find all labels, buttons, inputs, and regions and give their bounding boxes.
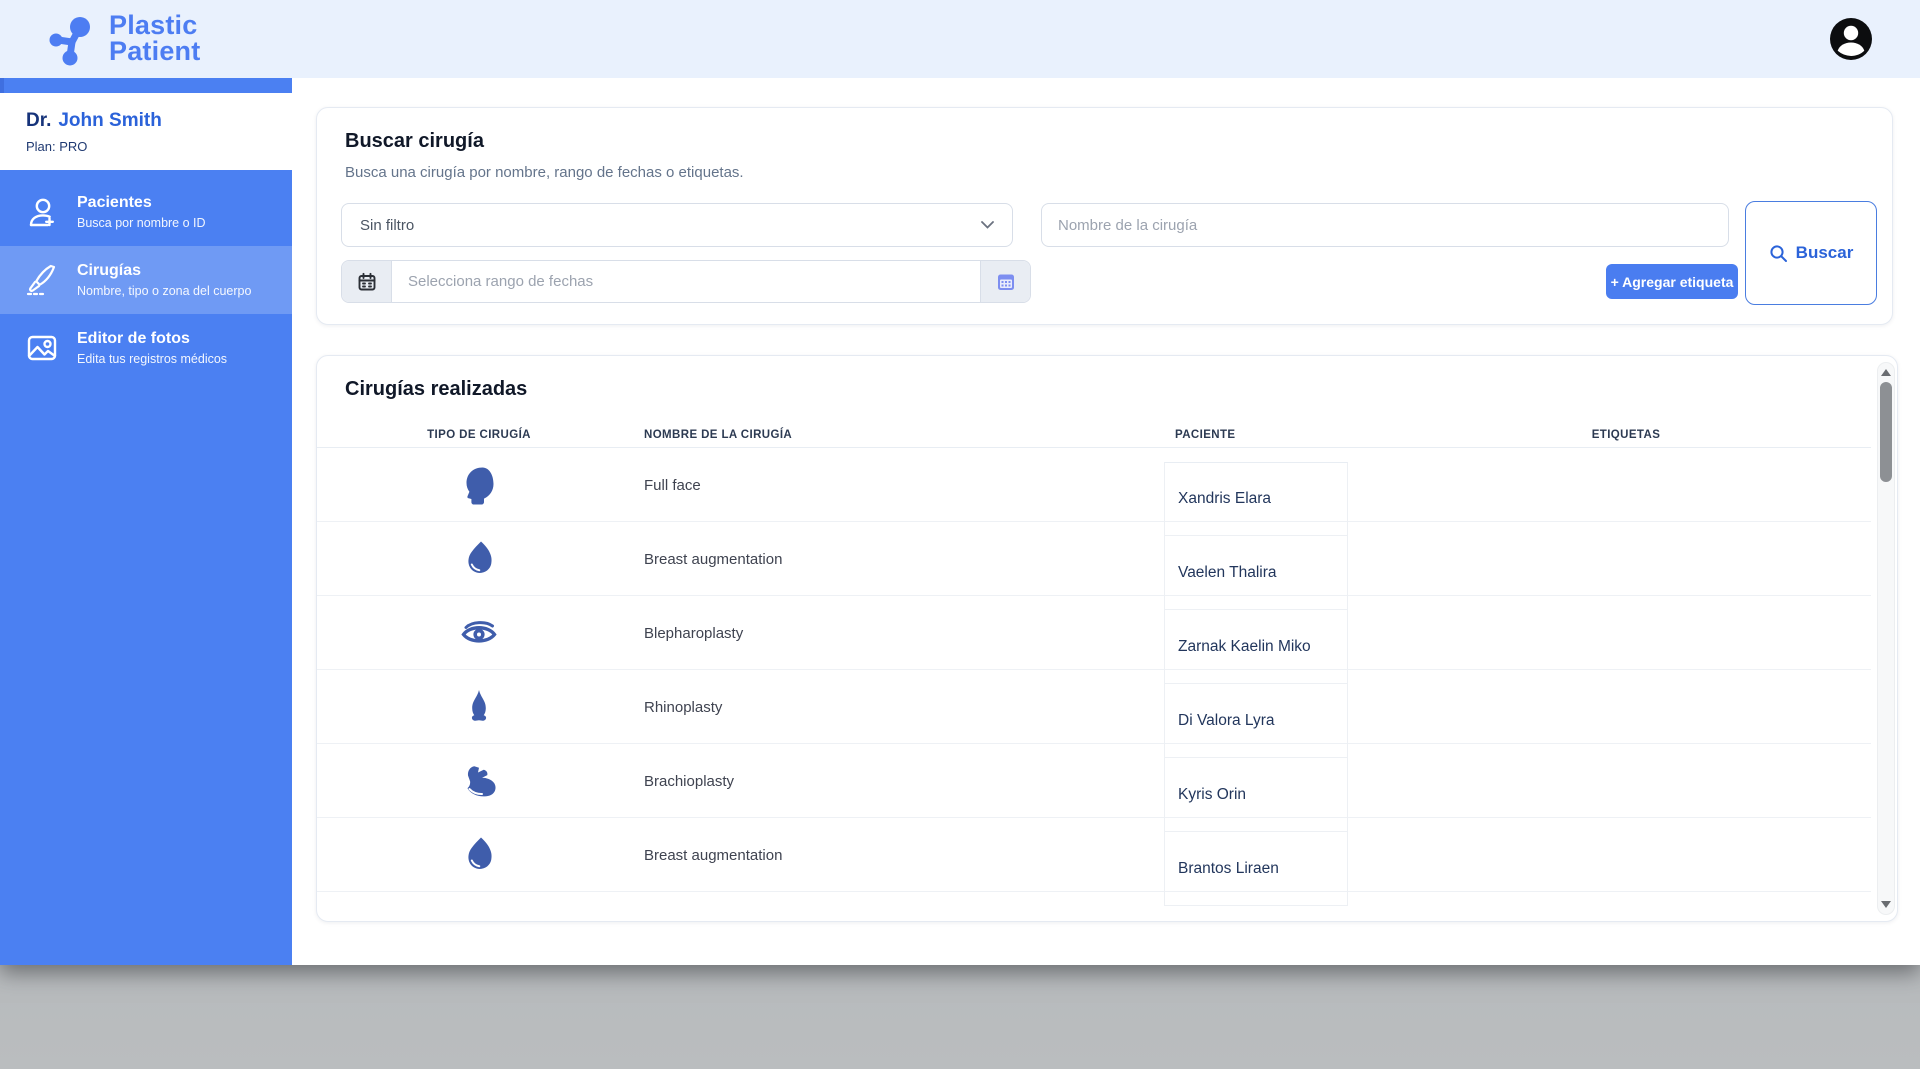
column-header-nombre: Nombre de la cirugía bbox=[644, 429, 793, 441]
column-header-tipo: Tipo de cirugía bbox=[427, 429, 531, 441]
scalpel-icon bbox=[24, 262, 60, 298]
chevron-down-icon bbox=[981, 221, 994, 229]
tags-cell bbox=[1546, 744, 1706, 818]
tags-cell bbox=[1546, 596, 1706, 670]
sidebar-top-strip bbox=[0, 78, 292, 93]
tags-cell bbox=[1546, 670, 1706, 744]
search-card-title: Buscar cirugía bbox=[345, 130, 484, 152]
scroll-down-icon[interactable] bbox=[1881, 901, 1891, 908]
sidebar-item-editor-de-fotos[interactable]: Editor de fotos Edita tus registros médi… bbox=[0, 314, 292, 382]
breast-icon bbox=[459, 539, 499, 579]
tags-cell bbox=[1546, 818, 1706, 892]
top-header: Plastic Patient bbox=[0, 0, 1920, 78]
app-logo: Plastic Patient bbox=[45, 12, 200, 66]
scroll-up-icon[interactable] bbox=[1881, 369, 1891, 376]
table-scrollbar[interactable] bbox=[1877, 362, 1895, 915]
add-tag-button[interactable]: + Agregar etiqueta bbox=[1606, 264, 1738, 299]
sidebar-menu: Pacientes Busca por nombre o ID Cirugías… bbox=[0, 178, 292, 382]
table-row[interactable]: Brachioplasty Kyris Orin bbox=[317, 744, 1871, 832]
search-icon bbox=[1769, 244, 1788, 263]
sidebar-item-pacientes[interactable]: Pacientes Busca por nombre o ID bbox=[0, 178, 292, 246]
search-surgery-card: Buscar cirugía Busca una cirugía por nom… bbox=[316, 107, 1893, 325]
sidebar: Dr. John Smith Plan: PRO Pacientes Busca… bbox=[0, 78, 292, 965]
date-range-input[interactable] bbox=[392, 261, 980, 302]
search-button[interactable]: Buscar bbox=[1745, 201, 1877, 305]
column-header-paciente: Paciente bbox=[1175, 429, 1236, 441]
plan-badge: Plan: PRO bbox=[26, 139, 88, 154]
bicep-icon bbox=[459, 761, 499, 801]
table-row[interactable]: Breast augmentation Vaelen Thalira bbox=[317, 522, 1871, 610]
eye-icon bbox=[459, 613, 499, 653]
table-row[interactable]: Full face Xandris Elara bbox=[317, 448, 1871, 536]
doctor-info: Dr. John Smith Plan: PRO bbox=[0, 93, 292, 170]
patient-add-icon bbox=[24, 194, 60, 230]
scrollbar-thumb[interactable] bbox=[1880, 382, 1892, 482]
filter-select[interactable]: Sin filtro bbox=[341, 203, 1013, 247]
app-title: Plastic Patient bbox=[109, 10, 201, 66]
user-avatar-icon[interactable] bbox=[1828, 16, 1874, 62]
doctor-name: John Smith bbox=[58, 110, 162, 131]
column-header-etiquetas: Etiquetas bbox=[1591, 429, 1661, 441]
surgery-name-input[interactable] bbox=[1041, 203, 1729, 247]
app-window: Plastic Patient Dr. John Smith Plan: PRO bbox=[0, 0, 1920, 965]
sidebar-item-cirugias[interactable]: Cirugías Nombre, tipo o zona del cuerpo bbox=[0, 246, 292, 314]
doctor-prefix: Dr. bbox=[26, 110, 52, 131]
breast-icon bbox=[459, 835, 499, 875]
table-row[interactable]: Breast augmentation Brantos Liraen bbox=[317, 818, 1871, 906]
tags-cell bbox=[1546, 522, 1706, 596]
head-icon bbox=[459, 465, 499, 505]
photo-icon bbox=[24, 330, 60, 366]
calendar-picker-icon[interactable] bbox=[980, 261, 1030, 302]
table-row[interactable]: Rhinoplasty Di Valora Lyra bbox=[317, 670, 1871, 758]
table-row[interactable]: Blepharoplasty Zarnak Kaelin Miko bbox=[317, 596, 1871, 684]
search-card-subtitle: Busca una cirugía por nombre, rango de f… bbox=[345, 164, 744, 181]
patient-cell: Brantos Liraen bbox=[1164, 832, 1348, 906]
filter-select-value: Sin filtro bbox=[360, 216, 415, 234]
date-range-group bbox=[341, 260, 1031, 303]
molecule-logo-icon bbox=[45, 12, 99, 66]
surgeries-done-card: Cirugías realizadas Tipo de cirugía Nomb… bbox=[316, 355, 1898, 922]
nose-icon bbox=[459, 687, 499, 727]
results-card-title: Cirugías realizadas bbox=[345, 378, 528, 400]
main-content: Buscar cirugía Busca una cirugía por nom… bbox=[292, 78, 1920, 965]
calendar-icon-button[interactable] bbox=[342, 261, 392, 302]
tags-cell bbox=[1546, 448, 1706, 522]
surgeries-table: Full face Xandris Elara Breast augmentat… bbox=[317, 447, 1871, 906]
